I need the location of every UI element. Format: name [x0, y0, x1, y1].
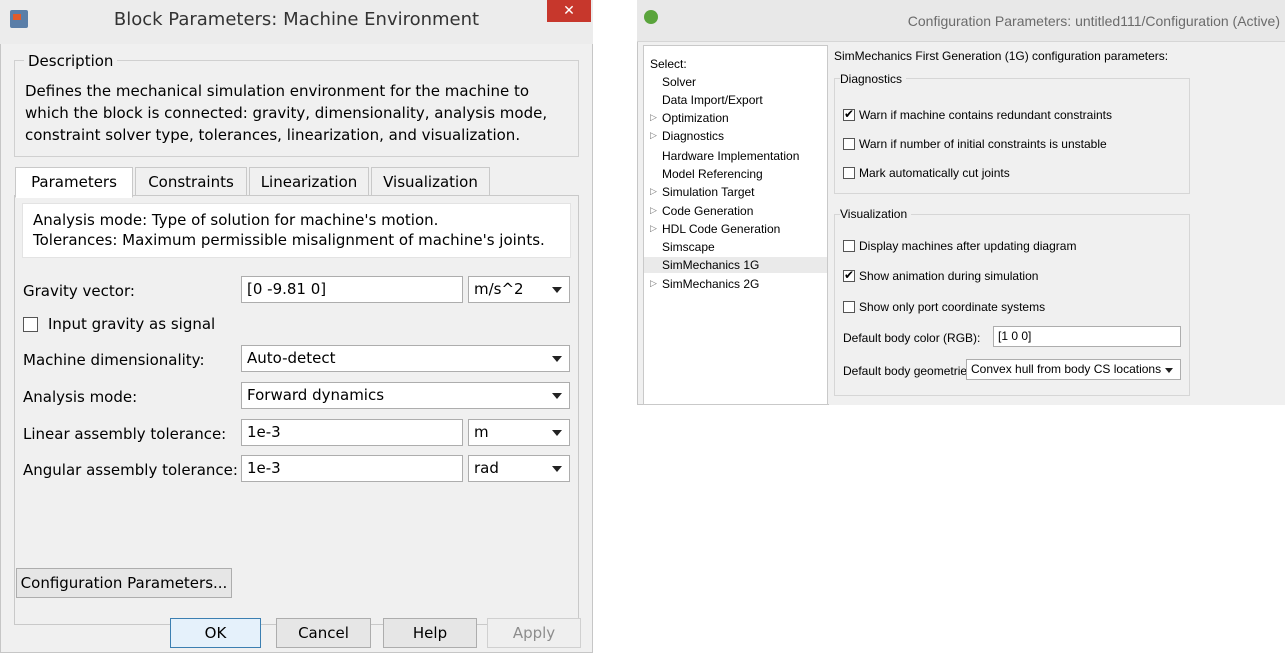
input-gravity-label: Input gravity as signal	[48, 315, 216, 333]
input-gravity-checkbox[interactable]	[23, 317, 38, 332]
matlab-app-icon	[644, 10, 658, 24]
unstable-constraints-checkbox[interactable]	[843, 138, 855, 150]
diagnostics-legend: Diagnostics	[840, 72, 907, 86]
linear-tolerance-label: Linear assembly tolerance:	[23, 425, 227, 443]
chevron-right-icon[interactable]: ▷	[650, 224, 657, 234]
dimensionality-select[interactable]: Auto-detect	[241, 345, 570, 372]
tab-parameters[interactable]: Parameters	[15, 167, 133, 198]
chevron-down-icon	[1165, 368, 1173, 373]
help-line-analysis: Analysis mode: Type of solution for mach…	[33, 211, 439, 229]
chevron-right-icon[interactable]: ▷	[650, 187, 657, 197]
chevron-down-icon	[552, 356, 562, 362]
port-cs-only-checkbox[interactable]	[843, 301, 855, 313]
chevron-down-icon	[552, 287, 562, 293]
apply-button[interactable]: Apply	[487, 618, 581, 648]
body-color-input[interactable]: [1 0 0]	[993, 326, 1181, 347]
chevron-down-icon	[552, 393, 562, 399]
chevron-right-icon[interactable]: ▷	[650, 131, 657, 141]
analysis-mode-value: Forward dynamics	[247, 386, 385, 404]
angular-tolerance-input[interactable]: 1e-3	[241, 455, 463, 482]
ok-button[interactable]: OK	[170, 618, 261, 648]
angular-unit-select[interactable]: rad	[468, 455, 570, 482]
tab-constraints[interactable]: Constraints	[135, 167, 247, 196]
angular-tolerance-label: Angular assembly tolerance:	[23, 461, 238, 479]
redundant-constraints-label: Warn if machine contains redundant const…	[859, 108, 1113, 122]
cut-joints-checkbox[interactable]	[843, 167, 855, 179]
config-dialog-title: Configuration Parameters: untitled111/Co…	[907, 13, 1280, 29]
description-legend: Description	[24, 52, 118, 70]
description-text: Defines the mechanical simulation enviro…	[25, 82, 548, 144]
analysis-mode-label: Analysis mode:	[23, 388, 138, 406]
linear-unit-select[interactable]: m	[468, 419, 570, 446]
checkmark-icon: ✔	[844, 107, 855, 121]
tab-visualization[interactable]: Visualization	[371, 167, 490, 196]
port-cs-only-label: Show only port coordinate systems	[859, 300, 1046, 314]
dimensionality-value: Auto-detect	[247, 349, 336, 367]
tree-item-diagnostics[interactable]: Diagnostics	[662, 129, 724, 143]
chevron-down-icon	[552, 466, 562, 472]
chevron-right-icon[interactable]: ▷	[650, 206, 657, 216]
tree-item-code-generation[interactable]: Code Generation	[662, 204, 753, 218]
display-machines-checkbox[interactable]	[843, 240, 855, 252]
body-geometry-select[interactable]: Convex hull from body CS locations	[966, 359, 1181, 380]
linear-unit-value: m	[474, 423, 489, 441]
block-dialog-title: Block Parameters: Machine Environment	[113, 9, 480, 30]
tree-item-model-referencing[interactable]: Model Referencing	[662, 167, 763, 181]
gravity-vector-label: Gravity vector:	[23, 282, 135, 300]
unstable-constraints-label: Warn if number of initial constraints is…	[859, 137, 1107, 151]
pane-heading: SimMechanics First Generation (1G) confi…	[834, 49, 1169, 63]
configuration-parameters-button[interactable]: Configuration Parameters...	[16, 568, 232, 598]
checkmark-icon: ✔	[844, 268, 855, 282]
parameters-tab-panel	[14, 195, 579, 625]
cut-joints-label: Mark automatically cut joints	[859, 166, 1010, 180]
chevron-right-icon[interactable]: ▷	[650, 113, 657, 123]
cancel-button[interactable]: Cancel	[276, 618, 371, 648]
visualization-legend: Visualization	[840, 207, 912, 221]
close-icon[interactable]: ✕	[547, 0, 591, 22]
help-line-tolerances: Tolerances: Maximum permissible misalign…	[33, 231, 545, 249]
body-geometry-value: Convex hull from body CS locations	[971, 362, 1162, 376]
tab-linearization[interactable]: Linearization	[249, 167, 369, 196]
tree-item-data-import-export[interactable]: Data Import/Export	[662, 93, 763, 107]
show-animation-label: Show animation during simulation	[859, 269, 1039, 283]
tree-item-simmechanics-1g[interactable]: SimMechanics 1G	[662, 258, 759, 272]
help-button[interactable]: Help	[383, 618, 477, 648]
body-geometry-label: Default body geometries:	[843, 364, 977, 378]
display-machines-label: Display machines after updating diagram	[859, 239, 1077, 253]
parameters-help-text: Analysis mode: Type of solution for mach…	[33, 210, 568, 250]
dimensionality-label: Machine dimensionality:	[23, 351, 205, 369]
analysis-mode-select[interactable]: Forward dynamics	[241, 382, 570, 409]
tree-item-simscape[interactable]: Simscape	[662, 240, 715, 254]
angular-unit-value: rad	[474, 459, 499, 477]
linear-tolerance-input[interactable]: 1e-3	[241, 419, 463, 446]
tree-item-optimization[interactable]: Optimization	[662, 111, 729, 125]
chevron-down-icon	[552, 430, 562, 436]
tree-item-simulation-target[interactable]: Simulation Target	[662, 185, 755, 199]
chevron-right-icon[interactable]: ▷	[650, 279, 657, 289]
tree-item-hardware-implementation[interactable]: Hardware Implementation	[662, 149, 799, 163]
body-color-label: Default body color (RGB):	[843, 331, 981, 345]
gravity-unit-value: m/s^2	[474, 280, 524, 298]
gravity-vector-input[interactable]: [0 -9.81 0]	[241, 276, 463, 303]
gravity-unit-select[interactable]: m/s^2	[468, 276, 570, 303]
tree-item-simmechanics-2g[interactable]: SimMechanics 2G	[662, 277, 759, 291]
tree-item-hdl-code-generation[interactable]: HDL Code Generation	[662, 222, 780, 236]
tree-item-solver[interactable]: Solver	[662, 75, 696, 89]
select-label: Select:	[650, 57, 687, 71]
